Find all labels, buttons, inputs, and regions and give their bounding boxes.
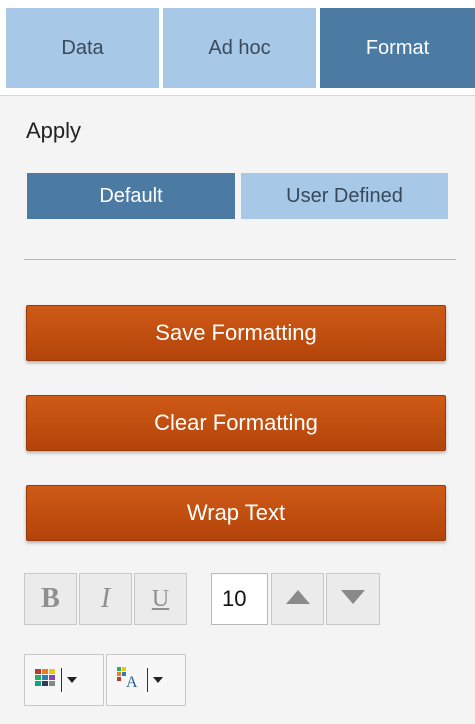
decrease-font-size-button[interactable] — [326, 573, 380, 625]
triangle-down-icon — [340, 589, 366, 610]
clear-formatting-button[interactable]: Clear Formatting — [26, 395, 446, 451]
bold-button[interactable]: B — [24, 573, 77, 625]
font-size-value: 10 — [222, 586, 247, 611]
save-formatting-button[interactable]: Save Formatting — [26, 305, 446, 361]
underline-button[interactable]: U — [134, 573, 187, 625]
bold-icon: B — [41, 583, 60, 614]
font-size-input[interactable]: 10 — [211, 573, 268, 625]
increase-font-size-button[interactable] — [271, 573, 324, 625]
svg-text:A: A — [126, 674, 138, 689]
font-color-icon: A — [117, 666, 141, 694]
fill-color-dropdown[interactable] — [24, 654, 104, 706]
tab-bar: Data Ad hoc Format — [0, 0, 475, 95]
apply-default-label: Default — [99, 184, 163, 207]
italic-button[interactable]: I — [79, 573, 132, 625]
wrap-text-label: Wrap Text — [186, 500, 286, 525]
apply-user-defined-label: User Defined — [286, 184, 403, 207]
font-color-dropdown[interactable]: A — [106, 654, 186, 706]
tab-format-label: Format — [365, 36, 430, 59]
tab-ad-hoc-label: Ad hoc — [208, 36, 271, 59]
underline-icon: U — [151, 585, 170, 612]
color-grid-icon — [35, 668, 55, 692]
dropdown-separator — [147, 668, 148, 692]
clear-formatting-label: Clear Formatting — [154, 410, 318, 435]
tab-format[interactable]: Format — [320, 8, 475, 88]
wrap-text-button[interactable]: Wrap Text — [26, 485, 446, 541]
dropdown-separator — [61, 668, 62, 692]
chevron-down-icon — [153, 671, 163, 689]
apply-default-button[interactable]: Default — [27, 173, 235, 219]
tab-data-label: Data — [61, 36, 104, 59]
apply-label: Apply — [26, 118, 82, 143]
italic-icon: I — [100, 583, 111, 614]
tab-divider — [0, 95, 475, 96]
triangle-up-icon — [285, 589, 311, 610]
apply-user-defined-button[interactable]: User Defined — [241, 173, 448, 219]
tab-data[interactable]: Data — [6, 8, 159, 88]
section-divider — [24, 259, 456, 260]
tab-ad-hoc[interactable]: Ad hoc — [163, 8, 316, 88]
chevron-down-icon — [67, 671, 77, 689]
save-formatting-label: Save Formatting — [155, 320, 317, 345]
